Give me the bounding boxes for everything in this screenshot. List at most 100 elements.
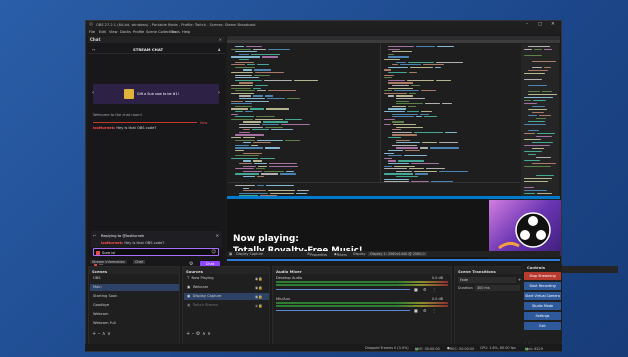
speaker-icon[interactable]: ■ [414,287,418,292]
code-line [436,46,454,48]
remove-scene-icon[interactable]: – [98,331,101,337]
menu-docks[interactable]: Docks [120,30,131,34]
audio-mixer-dock: Audio Mixer Desktop Audio 0.0 dB ■ ⚙ ⋮ M… [272,266,452,345]
collapse-icon[interactable]: ↦ [92,47,95,52]
users-icon[interactable]: ♟ [217,47,221,52]
visibility-eye-icon[interactable]: ◉🔒 [255,276,263,281]
code-line [260,157,276,159]
scene-item[interactable]: Webcam [90,311,179,318]
filters-button[interactable]: ◆ Filters [334,252,347,257]
browser-source-icon: ▣ [187,303,191,307]
add-transition-icon[interactable]: + [518,277,521,282]
minimize-icon[interactable]: – [526,22,528,27]
scene-item-selected[interactable]: Main [90,284,179,291]
reply-icon: ↩ [93,233,97,238]
speaker-icon[interactable]: ■ [414,308,418,313]
code-line [388,46,414,48]
scene-item[interactable]: OBS [90,275,179,282]
volume-slider[interactable] [276,310,410,311]
code-line [396,95,413,97]
studio-mode-button[interactable]: Studio Mode [524,302,561,310]
add-scene-icon[interactable]: + [92,331,96,337]
visibility-eye-icon[interactable]: ◉🔒 [255,285,263,290]
visibility-eye-icon[interactable]: ◉🔒 [255,303,263,308]
code-line [384,77,393,79]
emote-icon[interactable]: ☺ [211,250,216,255]
code-line [263,79,292,81]
code-line [243,69,253,71]
scene-item[interactable]: Starting Soon [90,293,179,300]
code-line [438,142,458,144]
status-bar: Dropped Frames 0 (0.0%) ■ LIVE: 00:00:00… [85,344,562,351]
chevron-left-icon[interactable]: ‹ [92,90,94,96]
maximize-icon[interactable]: □ [538,22,542,27]
menu-file[interactable]: File [89,30,95,34]
source-settings-gear-icon[interactable]: ⚙ [196,331,200,337]
tab-chat[interactable]: Chat [133,260,145,264]
code-line [524,178,553,180]
start-virtual-camera-button[interactable]: Start Virtual Camera [524,292,561,300]
code-line [384,152,394,154]
settings-button[interactable]: Settings [524,312,561,320]
code-line [243,152,262,154]
scene-controls: + – ∧ ∨ [92,331,111,337]
code-line [396,139,410,141]
add-source-icon[interactable]: + [186,331,190,337]
tab-stream-information[interactable]: Stream Information [90,260,127,264]
transition-select[interactable]: Fade [458,277,516,283]
code-line [408,72,417,74]
scene-item[interactable]: Goodbye [90,302,179,309]
stop-streaming-button[interactable]: Stop Streaming [524,272,561,280]
code-line [235,173,260,175]
chat-input[interactable]: Sure is! ☺ [93,248,219,256]
gift-sub-banner[interactable]: ‹ Gift a Sub now to be #1! › [92,84,220,104]
display-select[interactable]: Display 1: 2560x1440 @ 2560,0 [368,252,427,256]
visibility-eye-icon[interactable]: ◉🔒 [255,294,263,299]
code-line [396,170,412,172]
menu-profile[interactable]: Profile [133,30,144,34]
code-line [231,113,238,115]
volume-slider[interactable] [276,289,410,290]
properties-button[interactable]: ⚙ Properties [307,252,327,257]
code-line [256,168,266,170]
channel-gear-icon[interactable]: ⚙ [423,308,427,313]
channel-menu-icon[interactable]: ⋮ [432,287,436,292]
move-down-icon[interactable]: ∨ [107,331,111,337]
code-line [420,113,430,115]
dock-close-icon[interactable]: ✕ [219,37,222,42]
code-line [235,61,255,63]
menu-help[interactable]: Help [182,30,190,34]
move-up-icon[interactable]: ∧ [102,331,106,337]
code-line [262,124,279,126]
exit-button[interactable]: Exit [524,322,561,330]
code-line [261,173,278,175]
close-icon[interactable]: ✕ [551,22,555,27]
code-line [405,150,420,152]
code-line [239,95,251,97]
solution-explorer [521,44,559,199]
move-up-icon[interactable]: ∧ [202,331,206,337]
chevron-right-icon[interactable]: › [218,90,220,96]
chat-username[interactable]: lostturnek [93,126,114,130]
remove-source-icon[interactable]: – [192,331,195,337]
code-line [265,108,290,110]
move-down-icon[interactable]: ∨ [207,331,211,337]
channel-menu-icon[interactable]: ⋮ [432,308,436,313]
code-line [388,72,407,74]
scene-item[interactable]: Webcam Full [90,320,179,327]
menu-tools[interactable]: Tools [171,30,180,34]
code-line [249,108,264,110]
code-line [423,64,445,66]
menu-edit[interactable]: Edit [99,30,106,34]
code-line [253,48,266,50]
channel-gear-icon[interactable]: ⚙ [423,287,427,292]
code-line [253,160,263,162]
code-line [413,170,437,172]
obs-window: OBS 27.2.1 (64-bit, windows) - Portable … [85,20,618,352]
menu-view[interactable]: View [109,30,118,34]
code-line [415,173,428,175]
reply-close-icon[interactable]: ✕ [216,233,219,238]
start-recording-button[interactable]: Start Recording [524,282,561,290]
duration-input[interactable]: 300 ms [475,285,520,291]
preview-canvas[interactable]: Now playing: Totally Royalty-Free Music! [227,36,561,261]
